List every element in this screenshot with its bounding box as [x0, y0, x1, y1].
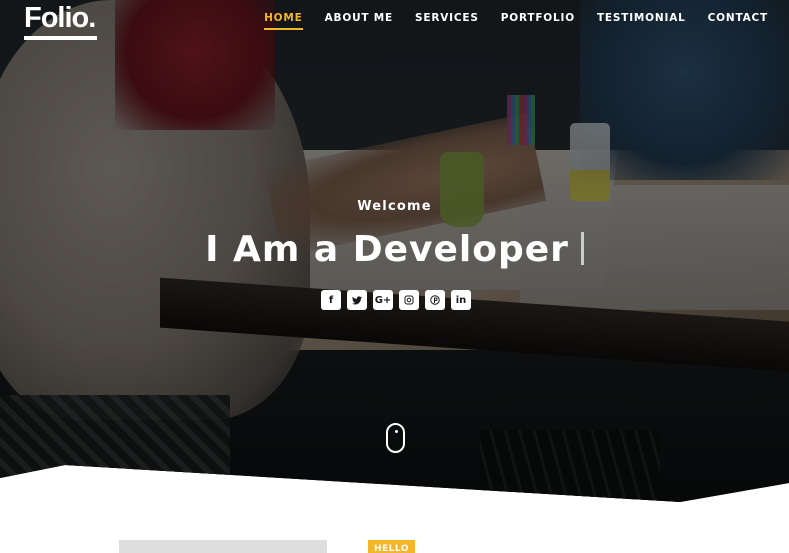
hero-headline: I Am a Developer	[205, 229, 569, 270]
nav-portfolio[interactable]: PORTFOLIO	[501, 12, 575, 28]
pinterest-icon[interactable]	[425, 290, 445, 310]
instagram-icon[interactable]	[399, 290, 419, 310]
hello-badge: HELLO	[368, 540, 415, 553]
nav-home[interactable]: HOME	[264, 12, 303, 30]
linkedin-icon[interactable]: in	[451, 290, 471, 310]
facebook-icon[interactable]: f	[321, 290, 341, 310]
nav-contact[interactable]: CONTACT	[708, 12, 768, 28]
nav-about-me[interactable]: ABOUT ME	[325, 12, 393, 28]
site-logo[interactable]: Folio.	[24, 3, 96, 33]
hero-section: Folio. HOME ABOUT ME SERVICES PORTFOLIO …	[0, 0, 789, 502]
main-nav: HOME ABOUT ME SERVICES PORTFOLIO TESTIMO…	[264, 12, 768, 30]
logo-underline	[24, 36, 97, 40]
nav-services[interactable]: SERVICES	[415, 12, 479, 28]
typing-cursor	[580, 232, 584, 265]
twitter-icon[interactable]	[347, 290, 367, 310]
hero-welcome: Welcome	[357, 199, 432, 214]
mouse-wheel-dot	[395, 430, 398, 433]
nav-testimonial[interactable]: TESTIMONIAL	[597, 12, 686, 28]
google-plus-icon[interactable]: G+	[373, 290, 393, 310]
social-links: f G+ in	[321, 290, 471, 310]
mouse-scroll-icon[interactable]	[386, 423, 405, 453]
about-image-placeholder	[119, 540, 327, 553]
hero-headline-wrap: I Am a Developer	[0, 227, 789, 273]
